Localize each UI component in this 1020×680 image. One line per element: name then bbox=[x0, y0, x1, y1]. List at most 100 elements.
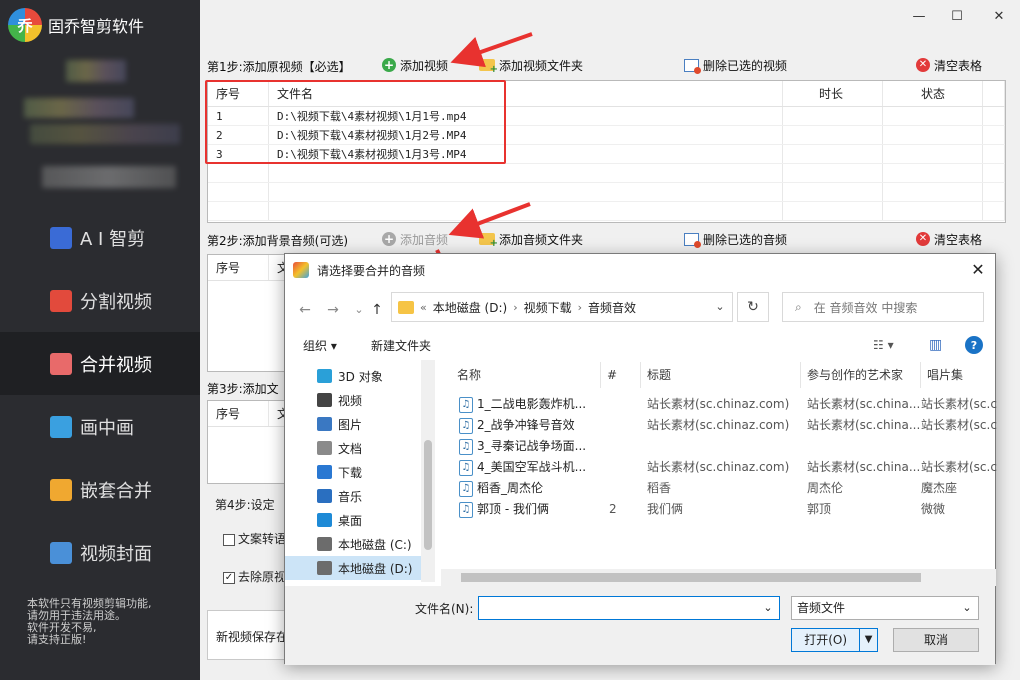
col-index[interactable]: 序号 bbox=[208, 401, 269, 426]
breadcrumb-overflow[interactable]: « bbox=[420, 301, 427, 314]
text-to-speech-option[interactable]: 文案转语 bbox=[223, 530, 286, 547]
preview-pane-icon[interactable]: ▥ bbox=[929, 337, 942, 353]
tree-item[interactable]: 本地磁盘 (C:) bbox=[285, 532, 425, 556]
tree-item[interactable]: 本地磁盘 (D:) bbox=[285, 556, 425, 580]
view-options-icon[interactable]: ☷ ▾ bbox=[873, 338, 894, 352]
file-list-hscrollbar[interactable] bbox=[441, 569, 996, 586]
col-album[interactable]: 唱片集 bbox=[921, 362, 997, 388]
remove-original-audio-option[interactable]: ✓ 去除原视 bbox=[223, 568, 286, 585]
minimize-button[interactable]: — bbox=[904, 6, 934, 26]
dialog-titlebar[interactable]: 请选择要合并的音频 bbox=[285, 254, 995, 286]
table-row[interactable] bbox=[208, 202, 1005, 221]
file-row[interactable]: ♫ 1_二战电影轰炸机... 站长素材(sc.chinaz.com) 站长素材(sc.… bbox=[441, 394, 997, 415]
add-audio-folder-button[interactable]: 添加音频文件夹 bbox=[475, 228, 587, 250]
table-row[interactable] bbox=[208, 183, 1005, 202]
sidebar-item[interactable]: 合并视频 bbox=[0, 332, 200, 395]
sidebar-item[interactable]: 视频封面 bbox=[0, 521, 200, 584]
tree-item[interactable]: 下载 bbox=[285, 460, 425, 484]
tree-scroll-thumb[interactable] bbox=[424, 440, 432, 550]
audio-table[interactable]: 序号 文 bbox=[207, 254, 287, 372]
add-video-folder-button[interactable]: 添加视频文件夹 bbox=[475, 54, 587, 76]
3d-objects-icon bbox=[317, 369, 332, 383]
col-duration[interactable]: 时长 bbox=[783, 81, 883, 106]
back-arrow-icon[interactable]: ← bbox=[293, 298, 317, 322]
add-video-button[interactable]: + 添加视频 bbox=[378, 54, 452, 76]
app-logo: 乔 bbox=[8, 8, 42, 42]
file-number bbox=[601, 415, 641, 436]
refresh-button[interactable]: ↻ bbox=[737, 292, 769, 322]
breadcrumb-audio-effects[interactable]: 音频音效 bbox=[588, 299, 636, 316]
sidebar-item[interactable]: A I 智剪 bbox=[0, 206, 200, 269]
tree-item-label: 音乐 bbox=[338, 489, 363, 504]
delete-selected-video-button[interactable]: 删除已选的视频 bbox=[680, 54, 791, 76]
cancel-button[interactable]: 取消 bbox=[893, 628, 979, 652]
col-status[interactable]: 状态 bbox=[883, 81, 983, 106]
open-split-arrow-icon[interactable]: ▼ bbox=[859, 629, 877, 651]
file-name: 1_二战电影轰炸机... bbox=[477, 397, 587, 411]
forward-arrow-icon[interactable]: → bbox=[321, 298, 345, 322]
tree-item[interactable]: 3D 对象 bbox=[285, 364, 425, 388]
file-artist: 周杰伦 bbox=[807, 481, 844, 495]
file-name: 3_寻秦记战争场面... bbox=[477, 439, 587, 453]
tree-item[interactable]: 音乐 bbox=[285, 484, 425, 508]
maximize-button[interactable]: ☐ bbox=[942, 6, 972, 26]
blurred-user-info bbox=[42, 166, 176, 188]
delete-selected-audio-button[interactable]: 删除已选的音频 bbox=[680, 228, 791, 250]
help-icon[interactable]: ? bbox=[965, 336, 983, 354]
chevron-right-icon[interactable]: › bbox=[513, 301, 517, 314]
tree-scrollbar[interactable] bbox=[421, 360, 435, 582]
col-artist[interactable]: 参与创作的艺术家 bbox=[801, 362, 921, 388]
chevron-right-icon[interactable]: › bbox=[578, 301, 582, 314]
clear-video-table-button[interactable]: ✕ 清空表格 bbox=[912, 54, 986, 76]
col-number[interactable]: # bbox=[601, 362, 641, 388]
table-row[interactable] bbox=[208, 164, 1005, 183]
file-name: 2_战争冲锋号音效 bbox=[477, 418, 575, 432]
file-row[interactable]: ♫ 3_寻秦记战争场面... bbox=[441, 436, 997, 457]
file-row[interactable]: ♫ 2_战争冲锋号音效 站长素材(sc.chinaz.com) 站长素材(sc.chi… bbox=[441, 415, 997, 436]
col-title[interactable]: 标题 bbox=[641, 362, 801, 388]
chevron-down-icon[interactable]: ⌄ bbox=[708, 293, 732, 321]
audio-file-icon: ♫ bbox=[459, 438, 473, 455]
new-folder-button[interactable]: 新建文件夹 bbox=[371, 337, 431, 354]
chevron-down-icon[interactable]: ⌄ bbox=[956, 597, 978, 619]
address-bar[interactable]: « 本地磁盘 (D:) › 视频下载 › 音频音效 ⌄ bbox=[391, 292, 733, 322]
file-row[interactable]: ♫ 4_美国空军战斗机... 站长素材(sc.chinaz.com) 站长素材(sc.… bbox=[441, 457, 997, 478]
file-row[interactable]: ♫ 稻香_周杰伦 稻香 周杰伦 魔杰座 bbox=[441, 478, 997, 499]
hscroll-thumb[interactable] bbox=[461, 573, 921, 582]
organize-menu[interactable]: 组织 ▾ bbox=[303, 337, 337, 354]
sidebar-item[interactable]: 分割视频 bbox=[0, 269, 200, 332]
breadcrumb-video-downloads[interactable]: 视频下载 bbox=[524, 299, 572, 316]
checkbox-checked[interactable]: ✓ bbox=[223, 571, 235, 584]
breadcrumb-drive-d[interactable]: 本地磁盘 (D:) bbox=[433, 299, 507, 316]
audio-file-icon: ♫ bbox=[459, 417, 473, 434]
up-arrow-icon[interactable]: ↑ bbox=[365, 298, 389, 322]
col-name[interactable]: 名称 bbox=[441, 362, 601, 388]
col-spacer bbox=[983, 81, 1005, 106]
sidebar-item[interactable]: 画中画 bbox=[0, 395, 200, 458]
clear-video-table-label: 清空表格 bbox=[934, 58, 983, 73]
checkbox[interactable] bbox=[223, 533, 235, 546]
filetype-select[interactable]: 音频文件 ⌄ bbox=[791, 596, 979, 620]
tree-item[interactable]: 文档 bbox=[285, 436, 425, 460]
tree-item[interactable]: 视频 bbox=[285, 388, 425, 412]
col-index[interactable]: 序号 bbox=[208, 255, 269, 280]
folder-add-icon bbox=[479, 59, 498, 75]
close-button[interactable]: ✕ bbox=[984, 6, 1014, 26]
file-row[interactable]: ♫ 郭顶 - 我们俩 2 我们俩 郭顶 微微 bbox=[441, 499, 997, 520]
tree-item[interactable]: 图片 bbox=[285, 412, 425, 436]
chevron-down-icon[interactable]: ⌄ bbox=[757, 597, 779, 619]
text-table[interactable]: 序号 文 bbox=[207, 400, 287, 484]
add-audio-button[interactable]: + 添加音频 bbox=[378, 228, 452, 250]
clear-audio-table-button[interactable]: ✕ 清空表格 bbox=[912, 228, 986, 250]
table-cell bbox=[208, 164, 269, 182]
filename-input[interactable]: ⌄ bbox=[478, 596, 780, 620]
table-cell bbox=[983, 107, 1005, 125]
search-input[interactable]: ⌕ 在 音频音效 中搜索 bbox=[782, 292, 984, 322]
open-button[interactable]: 打开(O) ▼ bbox=[791, 628, 878, 652]
add-icon: + bbox=[382, 58, 396, 72]
file-number bbox=[601, 457, 641, 478]
open-button-label[interactable]: 打开(O) bbox=[792, 629, 859, 651]
dialog-close-button[interactable]: ✕ bbox=[967, 260, 989, 280]
sidebar-item[interactable]: 嵌套合并 bbox=[0, 458, 200, 521]
tree-item[interactable]: 桌面 bbox=[285, 508, 425, 532]
